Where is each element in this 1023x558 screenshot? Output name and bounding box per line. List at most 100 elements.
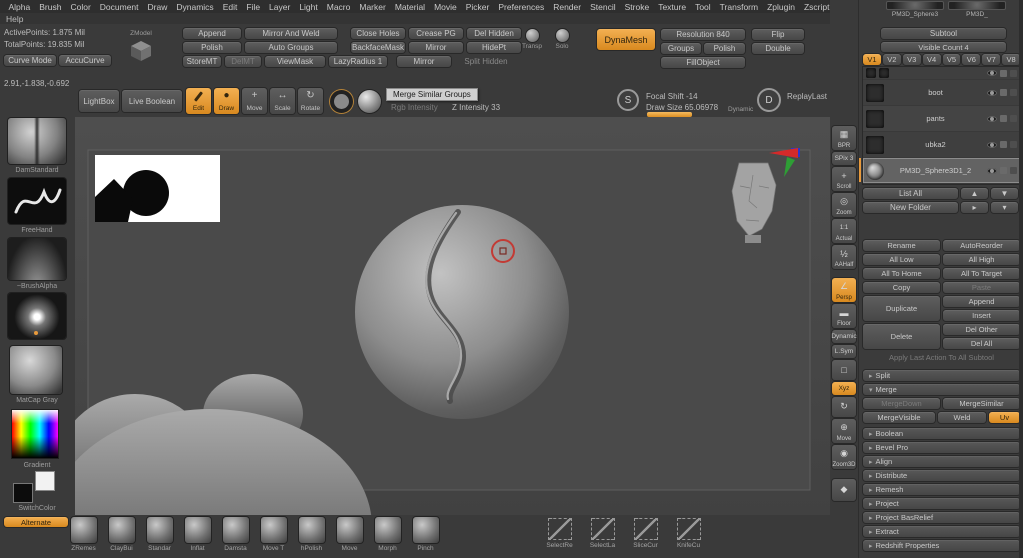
uv-icon[interactable] [1010, 167, 1017, 174]
menu-item[interactable]: Zplugin [763, 2, 800, 12]
geometry-button[interactable]: DelMT [225, 56, 261, 67]
subpalette-section-header[interactable]: ▸Align [863, 456, 1020, 467]
primary-color-swatch[interactable] [14, 484, 32, 502]
color-picker[interactable] [12, 410, 58, 458]
brush-item[interactable]: Move T [260, 517, 287, 552]
visibility-set-button[interactable]: V6 [962, 54, 980, 65]
geometry-button[interactable]: BackfaceMask [351, 42, 405, 53]
apply-last-action-button[interactable]: Apply Last Action To All Subtool [863, 352, 1020, 363]
actual-button[interactable]: 1:1Actual [832, 219, 856, 243]
selector-item[interactable]: SliceCur [632, 518, 659, 549]
visibility-eye-icon[interactable] [987, 90, 997, 96]
menu-item[interactable]: Marker [355, 2, 390, 12]
current-alpha-thumbnail[interactable] [8, 238, 66, 280]
insert-button[interactable]: Insert [943, 310, 1020, 321]
menu-item[interactable]: Layer [265, 2, 295, 12]
brush-item[interactable]: hPolish [298, 517, 325, 552]
folder-right-button[interactable]: ▸ [961, 202, 988, 213]
all-to-target-button[interactable]: All To Target [943, 268, 1020, 279]
menu-item[interactable]: Movie [430, 2, 462, 12]
brush-item[interactable]: Pinch [412, 517, 439, 552]
fillobject-button[interactable]: FillObject [661, 57, 745, 68]
selector-item[interactable]: SelectRe [546, 518, 573, 549]
all-high-button[interactable]: All High [943, 254, 1020, 265]
visibility-set-button[interactable]: V7 [982, 54, 1000, 65]
uv-icon[interactable] [1010, 115, 1017, 122]
visibility-eye-icon[interactable] [987, 168, 997, 174]
persp-button[interactable]: ∠Persp [832, 278, 856, 302]
geometry-button[interactable]: Mirror And Weld [245, 28, 337, 39]
rotate-mode-button[interactable]: ↻ Rotate [298, 88, 323, 114]
visibility-set-button[interactable]: V8 [1002, 54, 1020, 65]
menu-item[interactable]: Document [95, 2, 143, 12]
uv-toggle[interactable]: Uv [989, 412, 1020, 423]
selector-item[interactable]: KnifeCu [675, 518, 702, 549]
z-intensity-slider[interactable]: Z Intensity 33 [452, 103, 500, 112]
polypaint-icon[interactable] [1000, 115, 1007, 122]
merge-similar-button[interactable]: MergeSimilar [943, 398, 1020, 409]
brush-item[interactable]: Damsta [222, 517, 249, 552]
menu-item[interactable]: Texture [654, 2, 691, 12]
brush-item[interactable]: Morph [374, 517, 401, 552]
new-folder-button[interactable]: New Folder [863, 202, 958, 213]
polypaint-icon[interactable] [1000, 141, 1007, 148]
subtool-item-partial[interactable] [863, 67, 1020, 80]
subtool-header[interactable]: Subtool [881, 28, 1006, 39]
list-all-button[interactable]: List All [863, 188, 958, 199]
subtool-item[interactable]: boot [863, 80, 1020, 106]
geometry-button[interactable]: StoreMT [183, 56, 221, 67]
geometry-button[interactable]: Auto Groups [245, 42, 337, 53]
uv-icon[interactable] [1010, 89, 1017, 96]
merge-section-header[interactable]: ▾Merge [863, 384, 1020, 395]
geometry-button[interactable]: ViewMask [265, 56, 325, 67]
menu-item[interactable]: Stroke [620, 2, 654, 12]
visibility-set-button[interactable]: V2 [883, 54, 901, 65]
lightbox-button[interactable]: LightBox [79, 90, 119, 112]
geometry-button[interactable]: Append [183, 28, 241, 39]
menu-item[interactable]: Light [295, 2, 322, 12]
menu-item[interactable]: Alpha [4, 2, 35, 12]
geometry-button[interactable]: Split Hidden [455, 56, 517, 67]
alternate-button[interactable]: Alternate [4, 517, 68, 527]
help-menu-item[interactable]: Help [6, 14, 23, 24]
duplicate-button[interactable]: Duplicate [863, 296, 940, 321]
menu-item[interactable]: File [242, 2, 265, 12]
polypaint-icon[interactable] [1000, 70, 1007, 77]
brush-item[interactable]: ClayBui [108, 517, 135, 552]
folder-down-button[interactable]: ▾ [991, 202, 1018, 213]
rgb-intensity-slider[interactable]: Rgb Intensity [391, 103, 438, 112]
polypaint-icon[interactable] [1000, 167, 1007, 174]
secondary-color-swatch[interactable] [36, 472, 54, 490]
menu-item[interactable]: Macro [322, 2, 355, 12]
flip-button[interactable]: Flip [752, 29, 804, 40]
subpalette-section-header[interactable]: ▸Project BasRelief [863, 512, 1020, 523]
visibility-set-button[interactable]: V4 [923, 54, 941, 65]
geometry-button[interactable]: Close Holes [351, 28, 405, 39]
subpalette-section-header[interactable]: ▸Extract [863, 526, 1020, 537]
visibility-set-button[interactable]: V1 [863, 54, 881, 65]
groups-toggle[interactable]: Groups [661, 43, 701, 54]
stencil-button[interactable]: S [617, 89, 639, 111]
local-sym-button[interactable]: L.Sym [832, 345, 856, 358]
scroll-button[interactable]: +Scroll [832, 167, 856, 191]
subtool-item[interactable]: ubka2 [863, 132, 1020, 158]
zmodeler-cube-icon[interactable] [129, 40, 153, 64]
resolution-slider[interactable]: Resolution 840 [661, 29, 745, 40]
autoreorder-button[interactable]: AutoReorder [943, 240, 1020, 251]
menu-item[interactable]: Tool [691, 2, 716, 12]
subpalette-section-header[interactable]: ▸Bevel Pro [863, 442, 1020, 453]
geometry-button[interactable]: Polish [183, 42, 241, 53]
geometry-button[interactable]: HidePt [467, 42, 521, 53]
weld-toggle[interactable]: Weld [938, 412, 986, 423]
subpalette-section-header[interactable]: ▸Remesh [863, 484, 1020, 495]
current-texture-thumbnail[interactable] [8, 293, 66, 339]
solo-toggle[interactable]: Solo [549, 29, 575, 50]
all-low-button[interactable]: All Low [863, 254, 940, 265]
menu-item[interactable]: Preferences [494, 2, 549, 12]
document-canvas[interactable] [75, 117, 830, 515]
visibility-set-button[interactable]: V5 [943, 54, 961, 65]
frame-button[interactable]: □ [832, 360, 856, 380]
menu-item[interactable]: Draw [143, 2, 172, 12]
transp-toggle[interactable]: Transp [519, 29, 545, 50]
menu-item[interactable]: Zscript [799, 2, 834, 12]
